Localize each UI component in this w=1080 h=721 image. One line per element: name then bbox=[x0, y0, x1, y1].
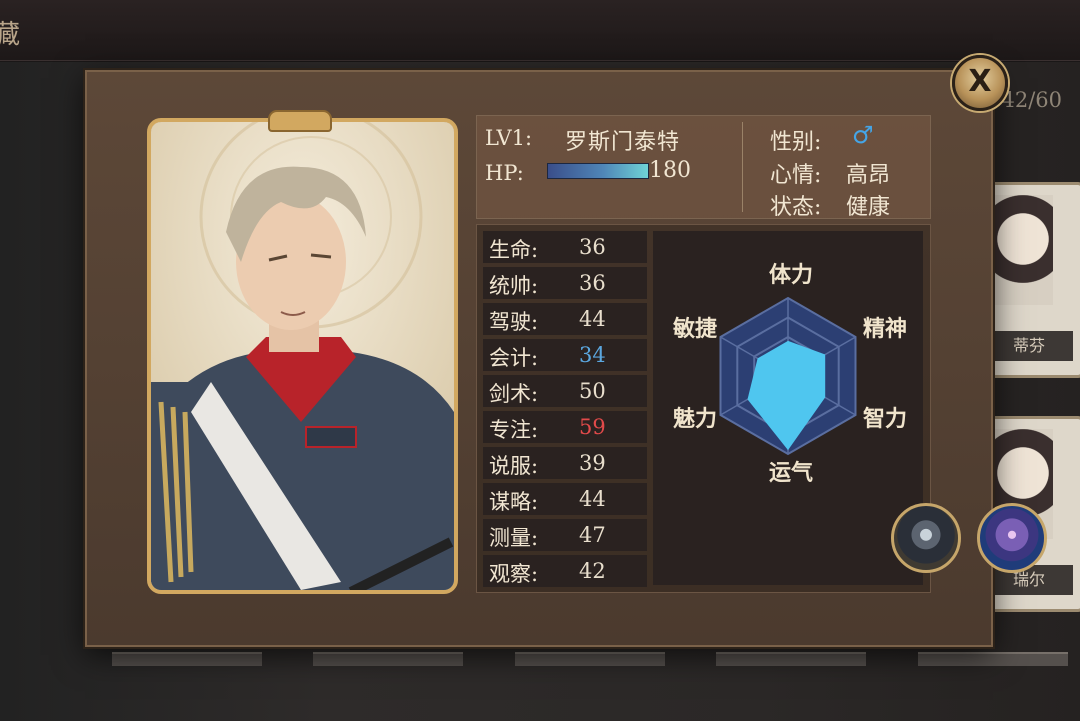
hp-label: HP: bbox=[485, 161, 524, 185]
stat-label: 谋略: bbox=[489, 490, 539, 514]
stat-row: 观察: 42 bbox=[483, 555, 647, 587]
bottom-slot bbox=[716, 652, 866, 666]
stat-row: 测量: 47 bbox=[483, 519, 647, 551]
stat-row: 生命: 36 bbox=[483, 231, 647, 263]
stat-row: 专注: 59 bbox=[483, 411, 647, 443]
stat-value: 42 bbox=[579, 559, 606, 583]
stats-panel: 生命: 36 统帅: 36 驾驶: 44 会计: 34 剑术: 50 专注: 59 说服: 39 谋略: 44… bbox=[476, 224, 1047, 593]
stat-label: 观察: bbox=[489, 562, 539, 586]
portrait-illustration bbox=[151, 122, 454, 590]
radar-label-charm: 魅力 bbox=[673, 406, 718, 432]
close-icon: X bbox=[968, 64, 992, 99]
character-name: 罗斯门泰特 bbox=[565, 130, 681, 155]
stat-value: 44 bbox=[579, 487, 606, 511]
third-eye-skill-icon[interactable] bbox=[977, 503, 1047, 573]
stat-value: 34 bbox=[579, 343, 606, 367]
mood-value: 高昂 bbox=[846, 163, 891, 188]
stat-row: 剑术: 50 bbox=[483, 375, 647, 407]
roster-counter: 42/60 bbox=[1001, 88, 1062, 112]
frame-ornament bbox=[268, 110, 332, 132]
stat-value: 50 bbox=[579, 379, 606, 403]
close-button[interactable]: X bbox=[952, 55, 1008, 111]
level-label: LV1: bbox=[485, 126, 533, 150]
stat-label: 专注: bbox=[489, 418, 539, 442]
background-character-card[interactable]: 蒂芬 bbox=[982, 182, 1080, 378]
radar-label-intellect: 智力 bbox=[863, 406, 908, 432]
radar-label-agility: 敏捷 bbox=[673, 316, 718, 342]
mood-label: 心情: bbox=[770, 163, 822, 188]
gender-label: 性别: bbox=[770, 130, 822, 155]
stat-value: 47 bbox=[579, 523, 606, 547]
stat-label: 剑术: bbox=[489, 382, 539, 406]
hp-bar bbox=[547, 163, 649, 179]
stat-row: 说服: 39 bbox=[483, 447, 647, 479]
hp-value: 180 bbox=[649, 158, 691, 183]
stat-label: 统帅: bbox=[489, 274, 539, 298]
stat-label: 生命: bbox=[489, 238, 539, 262]
radar-label-spirit: 精神 bbox=[863, 316, 908, 342]
state-value: 健康 bbox=[846, 195, 891, 220]
tower-skill-icon[interactable] bbox=[891, 503, 961, 573]
stat-label: 驾驶: bbox=[489, 310, 539, 334]
bottom-slot bbox=[515, 652, 665, 666]
stat-value: 59 bbox=[579, 415, 606, 439]
stat-value: 36 bbox=[579, 235, 606, 259]
bottom-slot bbox=[112, 652, 262, 666]
stat-label: 测量: bbox=[489, 526, 539, 550]
stat-row: 统帅: 36 bbox=[483, 267, 647, 299]
state-label: 状态: bbox=[770, 195, 822, 220]
radar-label-stamina: 体力 bbox=[769, 262, 814, 288]
bottom-slot bbox=[313, 652, 463, 666]
page-title-fragment: 藏 bbox=[0, 20, 21, 50]
character-thumbnail bbox=[993, 195, 1053, 305]
character-portrait bbox=[147, 118, 458, 594]
stat-value: 39 bbox=[579, 451, 606, 475]
stat-label: 说服: bbox=[489, 454, 539, 478]
bottom-slot bbox=[918, 652, 1068, 666]
character-info-box: LV1: 罗斯门泰特 HP: 180 性别: ♂ 心情: 高昂 状态: 健康 bbox=[476, 115, 931, 220]
stat-row: 谋略: 44 bbox=[483, 483, 647, 515]
attribute-radar: 体力 精神 智力 运气 魅力 敏捷 bbox=[653, 231, 1047, 585]
stat-row: 会计: 34 bbox=[483, 339, 647, 371]
stat-value: 44 bbox=[579, 307, 606, 331]
stat-row: 驾驶: 44 bbox=[483, 303, 647, 335]
stat-label: 会计: bbox=[489, 346, 539, 370]
radar-label-luck: 运气 bbox=[769, 460, 814, 486]
male-icon: ♂ bbox=[852, 121, 874, 149]
card-name: 蒂芬 bbox=[985, 331, 1073, 361]
info-divider bbox=[742, 122, 743, 212]
top-bar: 藏 bbox=[0, 0, 1080, 61]
stat-value: 36 bbox=[579, 271, 606, 295]
